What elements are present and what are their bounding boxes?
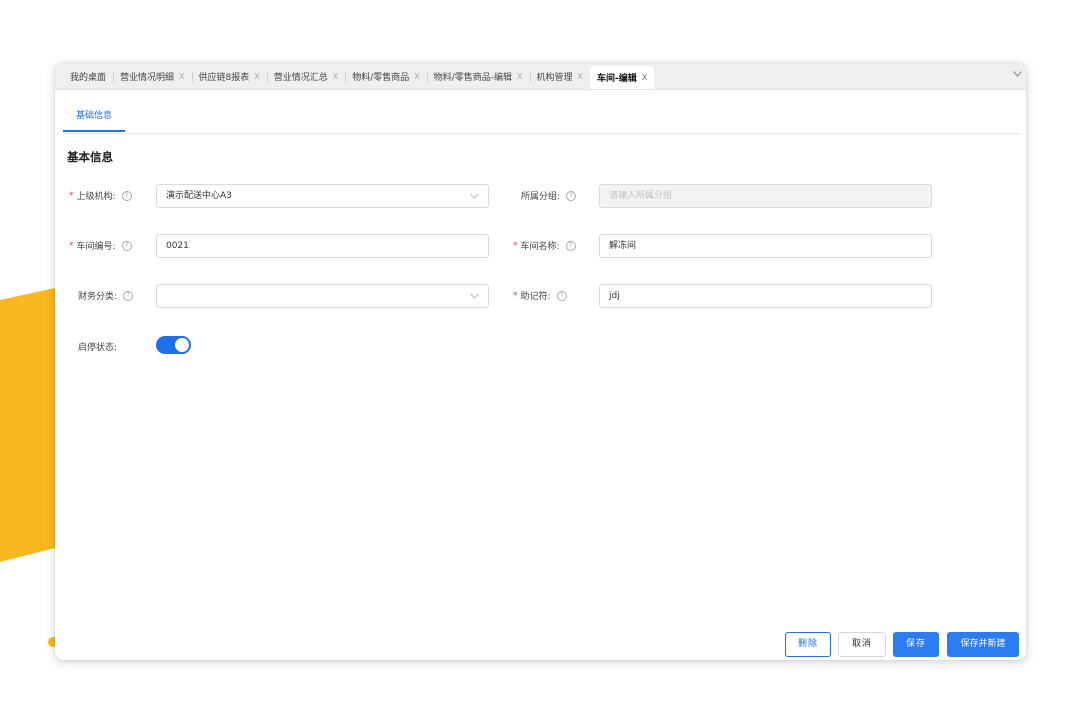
label-text: 启停状态: xyxy=(78,343,118,353)
tab-label: 我的桌面 xyxy=(70,72,107,83)
toggle-knob xyxy=(175,338,189,352)
workshop-name-label: * 车间名称: ? xyxy=(513,239,576,252)
workshop-code-label: * 车间编号: ? xyxy=(69,239,132,252)
mnemonic-input[interactable]: jdj xyxy=(599,284,932,308)
finance-category-select[interactable] xyxy=(156,284,489,308)
mnemonic-label: * 助记符: ? xyxy=(513,289,567,302)
required-marker: * xyxy=(69,240,74,251)
help-icon[interactable]: ? xyxy=(121,240,132,251)
tab-material-goods[interactable]: 物料/零售商品 X xyxy=(345,63,427,89)
group-field[interactable]: 请输入所属分组 xyxy=(599,184,932,208)
input-value: 解冻间 xyxy=(609,241,637,251)
label-text: 财务分类: xyxy=(78,292,118,302)
close-icon[interactable]: X xyxy=(179,72,184,81)
label-text: 所属分组: xyxy=(521,192,561,202)
save-and-new-button[interactable]: 保存并新建 xyxy=(947,632,1019,657)
help-icon[interactable]: ? xyxy=(123,290,134,301)
parent-org-select[interactable]: 演示配送中心A3 xyxy=(156,184,489,208)
tab-business-summary[interactable]: 营业情况汇总 X xyxy=(266,63,346,89)
label-text: 助记符: xyxy=(520,292,551,302)
finance-category-label: 财务分类: ? xyxy=(78,289,134,302)
tab-label: 物料/零售商品 xyxy=(352,72,410,83)
close-icon[interactable]: X xyxy=(578,72,583,81)
chevron-down-icon[interactable] xyxy=(1013,69,1022,80)
parent-org-label: * 上级机构: ? xyxy=(69,189,132,202)
tab-org-management[interactable]: 机构管理 X xyxy=(529,63,591,89)
workshop-name-input[interactable]: 解冻间 xyxy=(599,234,932,258)
app-window: 我的桌面 营业情况明细 X 供应链8报表 X 营业情况汇总 X 物料/零售商品 … xyxy=(55,63,1026,660)
status-label: 启停状态: xyxy=(78,340,117,353)
tab-bar: 我的桌面 营业情况明细 X 供应链8报表 X 营业情况汇总 X 物料/零售商品 … xyxy=(55,63,1026,90)
label-text: 车间名称: xyxy=(520,242,560,252)
select-value: 演示配送中心A3 xyxy=(166,191,232,201)
label-text: 上级机构: xyxy=(76,192,116,202)
delete-button[interactable]: 删除 xyxy=(785,632,831,657)
tab-label: 车间-编辑 xyxy=(597,74,637,84)
group-label: 所属分组: ? xyxy=(521,189,577,202)
tab-material-goods-edit[interactable]: 物料/零售商品-编辑 X xyxy=(426,63,530,89)
tab-business-detail[interactable]: 营业情况明细 X xyxy=(113,63,192,89)
tab-label: 物料/零售商品-编辑 xyxy=(433,72,513,83)
subtab-basic-info[interactable]: 基础信息 xyxy=(63,103,125,132)
tab-label: 营业情况汇总 xyxy=(273,72,328,83)
help-icon[interactable]: ? xyxy=(121,190,132,201)
section-title: 基本信息 xyxy=(67,150,113,164)
status-toggle[interactable] xyxy=(156,336,191,354)
close-icon[interactable]: X xyxy=(254,72,259,81)
close-icon[interactable]: X xyxy=(414,72,419,81)
placeholder-text: 请输入所属分组 xyxy=(609,191,673,201)
tab-label: 机构管理 xyxy=(536,72,573,83)
close-icon[interactable]: X xyxy=(333,72,338,81)
workshop-code-input[interactable]: 0021 xyxy=(156,234,489,258)
input-value: jdj xyxy=(609,291,620,301)
tab-label: 营业情况明细 xyxy=(120,72,175,83)
tab-my-desktop[interactable]: 我的桌面 xyxy=(63,63,113,89)
chevron-down-icon xyxy=(470,285,479,316)
help-icon[interactable]: ? xyxy=(556,290,567,301)
help-icon[interactable]: ? xyxy=(566,190,577,201)
input-value: 0021 xyxy=(166,241,189,251)
cancel-button[interactable]: 取消 xyxy=(838,632,886,657)
tab-label: 供应链8报表 xyxy=(198,72,250,83)
help-icon[interactable]: ? xyxy=(565,240,576,251)
close-icon[interactable]: X xyxy=(642,73,647,82)
required-marker: * xyxy=(513,240,518,251)
save-button[interactable]: 保存 xyxy=(893,632,939,657)
close-icon[interactable]: X xyxy=(517,72,522,81)
label-text: 车间编号: xyxy=(76,242,116,252)
chevron-down-icon xyxy=(470,185,479,216)
sub-tab-bar: 基础信息 xyxy=(63,103,1021,134)
tab-workshop-edit[interactable]: 车间-编辑 X xyxy=(590,66,655,89)
required-marker: * xyxy=(513,290,518,301)
tab-supply-chain-report[interactable]: 供应链8报表 X xyxy=(191,63,267,89)
required-marker: * xyxy=(69,190,74,201)
